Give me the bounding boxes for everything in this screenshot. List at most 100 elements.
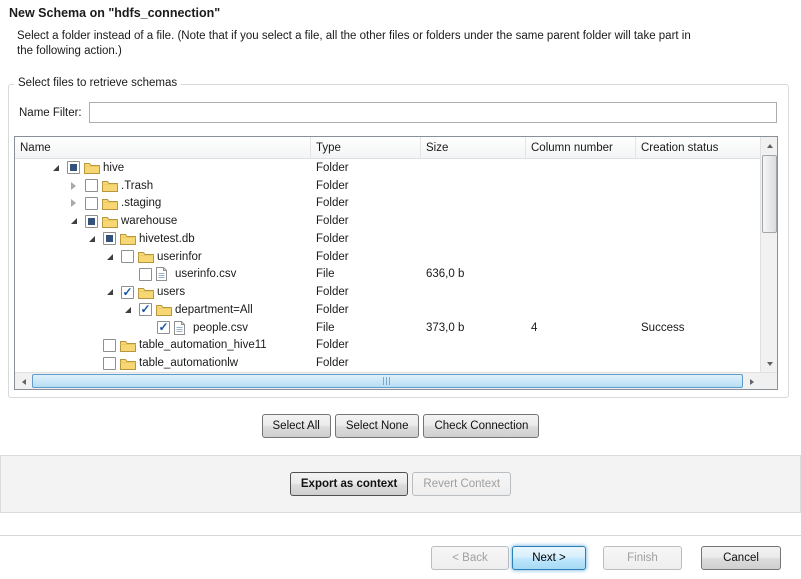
next-button[interactable]: Next >	[512, 546, 586, 570]
wizard-footer: < Back Next > Finish Cancel	[431, 546, 781, 570]
finish-button: Finish	[603, 546, 682, 570]
folder-icon	[102, 179, 121, 192]
row-checkbox[interactable]	[67, 161, 80, 174]
table-row[interactable]: hivetest.dbFolder	[15, 230, 760, 248]
column-header-creation-status[interactable]: Creation status	[636, 137, 760, 158]
export-as-context-button[interactable]: Export as context	[290, 472, 409, 496]
expand-arrow-icon[interactable]	[71, 199, 85, 207]
column-header-type[interactable]: Type	[311, 137, 421, 158]
table-row[interactable]: people.csvFile373,0 b4Success	[15, 319, 760, 337]
table-row[interactable]: department=AllFolder	[15, 301, 760, 319]
select-all-button[interactable]: Select All	[262, 414, 331, 438]
new-schema-wizard: New Schema on "hdfs_connection" Select a…	[0, 0, 801, 579]
horizontal-scrollbar[interactable]	[15, 372, 760, 389]
collapse-arrow-icon[interactable]	[53, 165, 67, 171]
scroll-down-button[interactable]	[761, 355, 778, 372]
vertical-scroll-thumb[interactable]	[762, 155, 777, 233]
cancel-button[interactable]: Cancel	[701, 546, 781, 570]
table-row[interactable]: hiveFolder	[15, 159, 760, 177]
folder-icon	[120, 357, 139, 370]
column-header-column-number[interactable]: Column number	[526, 137, 636, 158]
name-cell: userinfo.csv	[15, 266, 311, 284]
table-row[interactable]: table_automation_hive11Folder	[15, 337, 760, 355]
collapse-arrow-icon[interactable]	[107, 289, 121, 295]
select-none-button[interactable]: Select None	[335, 414, 420, 438]
status-cell: Success	[636, 322, 760, 334]
row-checkbox[interactable]	[103, 339, 116, 352]
expand-arrow-icon[interactable]	[71, 182, 85, 190]
row-label: table_automationlw	[139, 357, 238, 369]
name-cell: userinfor	[15, 248, 311, 266]
collapse-arrow-icon[interactable]	[89, 236, 103, 242]
table-row[interactable]: userinfor Folder	[15, 248, 760, 266]
name-cell: table_automationlw	[15, 354, 311, 372]
name-cell: warehouse	[15, 212, 311, 230]
size-cell: 636,0 b	[421, 268, 526, 280]
table-row[interactable]: userinfo.csvFile636,0 b	[15, 266, 760, 284]
select-files-group: Select files to retrieve schemas Name Fi…	[8, 84, 789, 398]
folder-icon	[138, 286, 157, 299]
name-filter-label: Name Filter:	[19, 107, 82, 119]
vertical-scrollbar[interactable]	[760, 137, 777, 372]
name-cell: .Trash	[15, 177, 311, 195]
type-cell: Folder	[311, 215, 421, 227]
row-checkbox[interactable]	[85, 179, 98, 192]
table-row[interactable]: table_automationlwFolder	[15, 354, 760, 372]
table-row[interactable]: warehouse Folder	[15, 212, 760, 230]
table-row[interactable]: .TrashFolder	[15, 177, 760, 195]
scroll-left-button[interactable]	[15, 373, 32, 390]
collapse-arrow-icon[interactable]	[125, 307, 139, 313]
row-label: userinfor	[157, 251, 202, 263]
type-cell: Folder	[311, 162, 421, 174]
check-connection-button[interactable]: Check Connection	[423, 414, 539, 438]
row-label: .Trash	[121, 180, 153, 192]
back-button: < Back	[431, 546, 509, 570]
type-cell: File	[311, 268, 421, 280]
row-checkbox[interactable]	[85, 197, 98, 210]
row-label: people.csv	[193, 322, 248, 334]
row-checkbox[interactable]	[85, 215, 98, 228]
table-actions-bar: Select All Select None Check Connection	[0, 414, 801, 438]
scroll-up-button[interactable]	[761, 137, 778, 154]
row-label: users	[157, 286, 185, 298]
scrollbar-corner	[760, 372, 777, 389]
table-row[interactable]: users Folder	[15, 283, 760, 301]
type-cell: Folder	[311, 251, 421, 263]
table-row[interactable]: .stagingFolder	[15, 195, 760, 213]
name-filter-input[interactable]	[89, 102, 777, 123]
row-checkbox[interactable]	[103, 357, 116, 370]
horizontal-scroll-thumb[interactable]	[32, 374, 743, 388]
column-header-size[interactable]: Size	[421, 137, 526, 158]
context-panel: Export as context Revert Context	[0, 455, 801, 513]
table-header: Name Type Size Column number Creation st…	[15, 137, 760, 159]
colnum-cell: 4	[526, 322, 636, 334]
folder-icon	[120, 339, 139, 352]
file-icon	[156, 267, 175, 281]
row-checkbox[interactable]	[139, 268, 152, 281]
name-cell: people.csv	[15, 319, 311, 337]
row-checkbox[interactable]	[121, 250, 134, 263]
footer-separator	[0, 535, 801, 536]
scroll-right-button[interactable]	[743, 373, 760, 390]
collapse-arrow-icon[interactable]	[71, 218, 85, 224]
size-cell: 373,0 b	[421, 322, 526, 334]
row-label: table_automation_hive11	[139, 339, 267, 351]
up-arrow-icon	[767, 144, 773, 148]
collapse-arrow-icon[interactable]	[107, 254, 121, 260]
row-label: .staging	[121, 197, 161, 209]
type-cell: Folder	[311, 304, 421, 316]
folder-icon	[156, 303, 175, 316]
folder-icon	[84, 161, 103, 174]
page-title: New Schema on "hdfs_connection"	[9, 6, 220, 20]
type-cell: Folder	[311, 286, 421, 298]
group-title: Select files to retrieve schemas	[14, 77, 181, 89]
folder-icon	[102, 215, 121, 228]
row-checkbox[interactable]	[103, 232, 116, 245]
page-description: Select a folder instead of a file. (Note…	[17, 29, 693, 59]
row-checkbox[interactable]	[157, 321, 170, 334]
table-body: hiveFolder.TrashFolder.stagingFolderware…	[15, 159, 760, 372]
row-checkbox[interactable]	[121, 286, 134, 299]
row-checkbox[interactable]	[139, 303, 152, 316]
column-header-name[interactable]: Name	[15, 137, 311, 158]
row-label: warehouse	[121, 215, 177, 227]
